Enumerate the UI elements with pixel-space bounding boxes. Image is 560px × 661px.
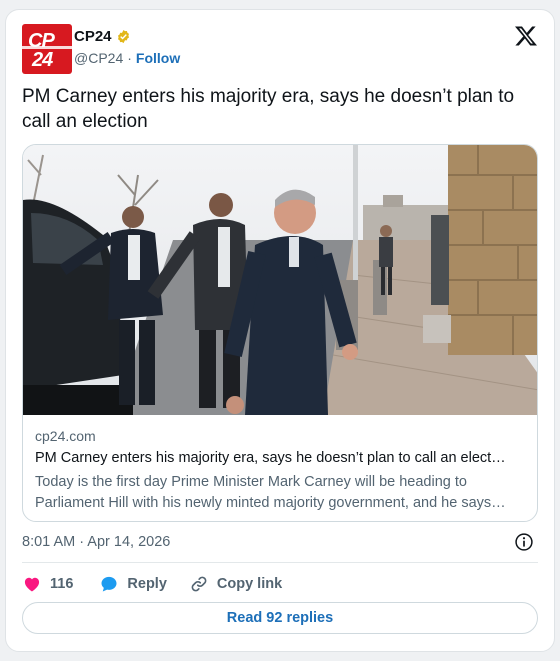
link-preview-card[interactable]: cp24.com PM Carney enters his majority e…	[22, 144, 538, 522]
avatar[interactable]: CP 24	[22, 24, 72, 74]
info-icon[interactable]	[514, 532, 534, 552]
read-replies-button[interactable]: Read 92 replies	[22, 602, 538, 634]
like-button[interactable]: 116	[22, 574, 73, 594]
link-domain: cp24.com	[35, 428, 96, 444]
like-count: 116	[50, 576, 74, 592]
timestamp[interactable]: 8:01 AM · Apr 14, 2026	[22, 534, 170, 550]
follow-button[interactable]: Follow	[136, 50, 180, 66]
link-icon	[191, 576, 207, 592]
reply-bubble-icon	[101, 576, 117, 592]
name-row: CP24	[74, 28, 131, 45]
verified-badge-icon	[117, 29, 129, 44]
tweet-text: PM Carney enters his majority era, says …	[22, 86, 515, 132]
divider	[22, 562, 538, 563]
article-photo[interactable]	[23, 145, 538, 415]
display-name[interactable]: CP24	[74, 28, 112, 45]
tweet-card: CP 24 CP24 @CP24 · Follow PM Carney ente…	[5, 9, 555, 652]
copy-link-button[interactable]: Copy link	[189, 574, 282, 594]
heart-icon	[24, 577, 40, 592]
handle-row: @CP24 · Follow	[74, 50, 180, 66]
link-description: Today is the first day Prime Minister Ma…	[35, 474, 506, 511]
copy-link-label: Copy link	[216, 576, 283, 592]
action-bar: 116 Reply Copy link	[22, 572, 282, 596]
handle[interactable]: @CP24	[74, 50, 123, 66]
link-title: PM Carney enters his majority era, says …	[35, 450, 506, 466]
handle-separator: ·	[127, 50, 132, 66]
reply-label: Reply	[127, 576, 167, 592]
reply-button[interactable]: Reply	[99, 574, 167, 594]
x-logo-icon[interactable]	[514, 24, 538, 48]
avatar-logo-bottom: 24	[32, 49, 53, 71]
